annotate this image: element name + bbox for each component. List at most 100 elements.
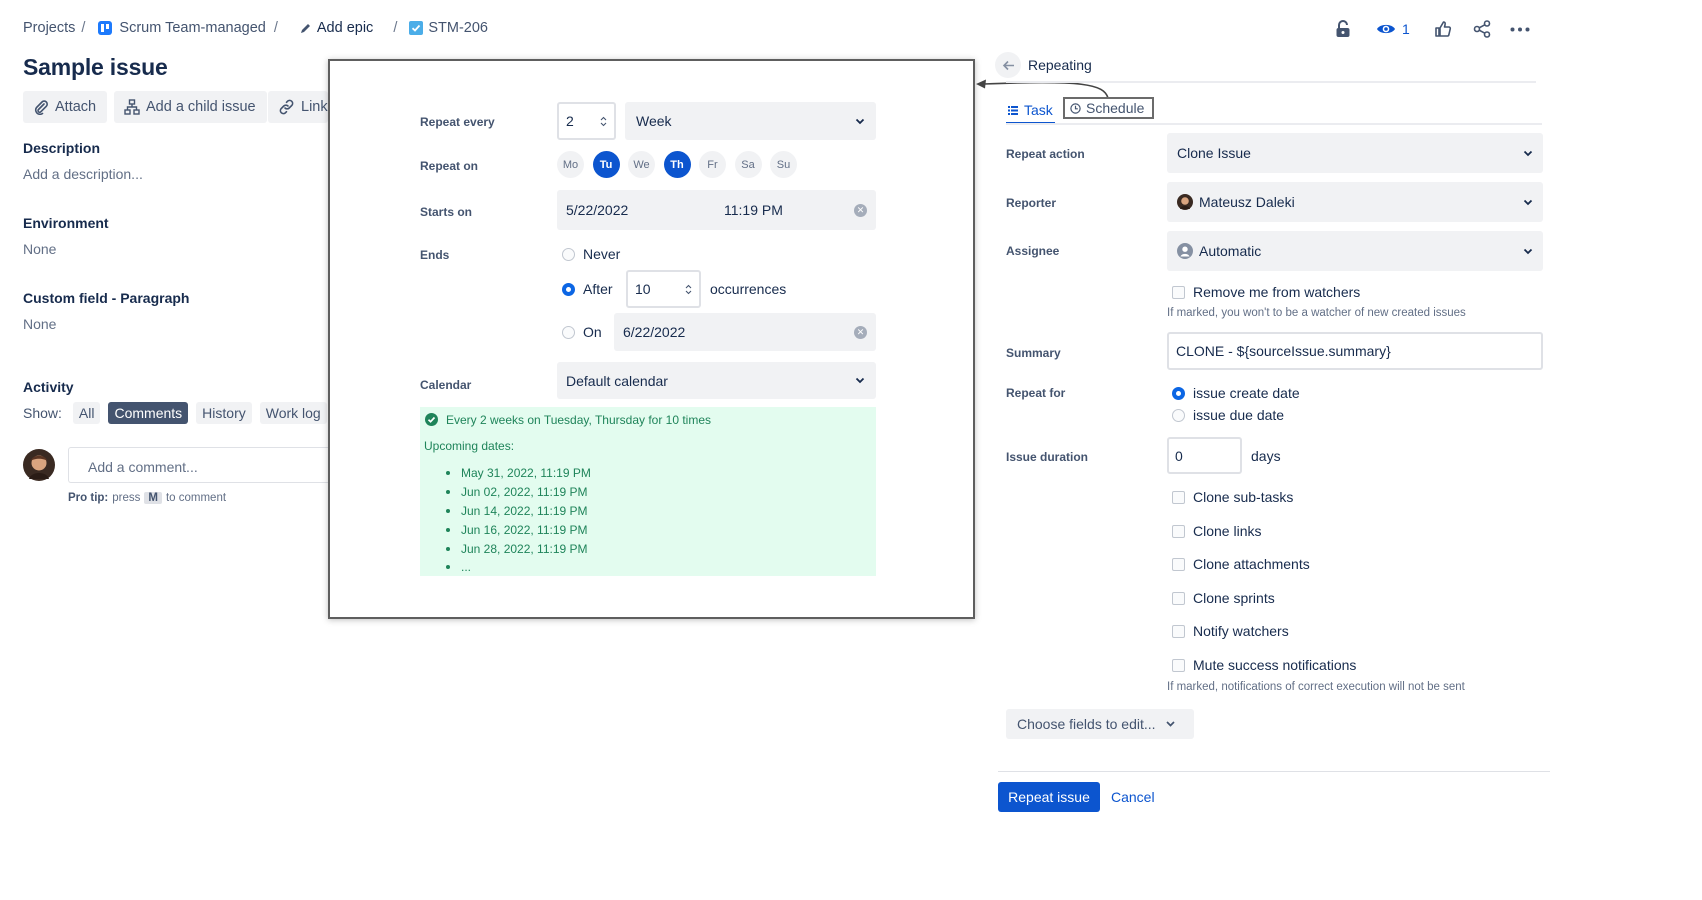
stepper-arrows-icon[interactable] (685, 284, 692, 295)
clone-sprints-option[interactable]: Clone sprints (1172, 590, 1275, 606)
day-su[interactable]: Su (770, 151, 797, 178)
choose-fields-button[interactable]: Choose fields to edit... (1006, 709, 1194, 739)
day-tu[interactable]: Tu (592, 151, 620, 178)
day-sa[interactable]: Sa (734, 151, 762, 178)
thumbs-up-icon[interactable] (1434, 20, 1452, 38)
ends-never-radio[interactable] (562, 247, 575, 261)
occurrences-label: occurrences (710, 281, 787, 297)
reporter-select[interactable]: Mateusz Daleki (1167, 182, 1543, 222)
chevron-down-icon (855, 118, 865, 125)
attach-button[interactable]: Attach (23, 91, 108, 123)
eye-icon (1376, 20, 1396, 38)
filter-all[interactable]: All (72, 402, 101, 424)
add-child-issue-button[interactable]: Add a child issue (114, 91, 267, 123)
ends-on-radio[interactable] (562, 325, 575, 339)
comment-input[interactable]: Add a comment... (68, 447, 330, 483)
repeat-unit-value: Week (636, 113, 672, 129)
repeat-unit-select[interactable]: Week (625, 102, 876, 140)
notify-watchers-label: Notify watchers (1193, 623, 1289, 639)
share-icon[interactable] (1473, 20, 1491, 38)
day-th[interactable]: Th (663, 151, 691, 178)
weekday-picker: Mo Tu We Th Fr Sa Su (557, 151, 797, 178)
lock-icon[interactable] (1335, 20, 1351, 38)
breadcrumb-separator: / (273, 20, 278, 36)
filter-history[interactable]: History (196, 402, 252, 424)
breadcrumb-project[interactable]: Scrum Team-managed (119, 20, 265, 36)
clone-sprints-checkbox[interactable] (1172, 591, 1185, 605)
reporter-avatar (1177, 194, 1193, 210)
tab-schedule[interactable]: Schedule (1063, 97, 1155, 119)
issue-title[interactable]: Sample issue (23, 54, 168, 81)
notify-watchers-option[interactable]: Notify watchers (1172, 623, 1289, 639)
ends-after-option[interactable]: After (562, 281, 613, 297)
mute-notifications-label: Mute success notifications (1193, 657, 1357, 673)
starts-on-field[interactable]: 5/22/2022 11:19 PM ✕ (557, 190, 876, 230)
ends-never-option[interactable]: Never (562, 246, 620, 262)
breadcrumb-add-epic[interactable]: Add epic (317, 20, 373, 36)
breadcrumb-issue-key[interactable]: STM-206 (428, 20, 488, 36)
issue-duration-input[interactable]: 0 (1167, 437, 1242, 474)
day-we[interactable]: We (628, 151, 655, 178)
ends-on-date-field[interactable]: 6/22/2022 ✕ (614, 313, 876, 351)
clear-icon[interactable]: ✕ (854, 325, 867, 339)
upcoming-date: May 31, 2022, 11:19 PM (446, 464, 591, 483)
notify-watchers-checkbox[interactable] (1172, 624, 1185, 638)
remove-watchers-hint: If marked, you won't to be a watcher of … (1167, 307, 1466, 319)
ends-after-label: After (583, 281, 613, 297)
mute-notifications-hint: If marked, notifications of correct exec… (1167, 681, 1465, 693)
pro-tip-mid: press (112, 492, 141, 504)
more-icon[interactable] (1510, 27, 1530, 32)
clone-subtasks-checkbox[interactable] (1172, 490, 1185, 504)
upcoming-date-text: Jun 14, 2022, 11:19 PM (461, 503, 588, 518)
clear-icon[interactable]: ✕ (854, 203, 867, 217)
breadcrumb-projects[interactable]: Projects (23, 20, 75, 36)
repeat-for-create-option[interactable]: issue create date (1172, 385, 1300, 401)
breadcrumb-separator: / (393, 20, 398, 36)
activity-heading: Activity (23, 379, 74, 395)
link-issue-button[interactable]: Link (268, 91, 328, 123)
mute-notifications-option[interactable]: Mute success notifications (1172, 657, 1356, 673)
calendar-select[interactable]: Default calendar (557, 362, 876, 399)
day-fr[interactable]: Fr (699, 151, 726, 178)
hierarchy-icon (124, 99, 146, 115)
repeat-for-due-option[interactable]: issue due date (1172, 407, 1284, 423)
repeat-every-stepper[interactable]: 2 (557, 102, 616, 140)
cancel-button[interactable]: Cancel (1111, 789, 1155, 805)
ends-after-radio[interactable] (562, 282, 575, 296)
day-mo[interactable]: Mo (557, 151, 584, 178)
remove-watchers-checkbox[interactable] (1172, 285, 1185, 299)
repeat-action-select[interactable]: Clone Issue (1167, 133, 1543, 173)
stepper-arrows-icon[interactable] (600, 116, 607, 127)
clone-links-checkbox[interactable] (1172, 524, 1185, 538)
repeat-for-create-radio[interactable] (1172, 386, 1185, 400)
filter-work-log[interactable]: Work log (259, 402, 327, 424)
summary-input[interactable]: CLONE - ${sourceIssue.summary} (1167, 332, 1543, 370)
assignee-select[interactable]: Automatic (1167, 231, 1543, 271)
mute-notifications-checkbox[interactable] (1172, 658, 1185, 672)
clone-links-option[interactable]: Clone links (1172, 523, 1261, 539)
panel-divider (1006, 81, 1536, 83)
breadcrumb-separator: / (81, 20, 86, 36)
description-field[interactable]: Add a description... (23, 166, 143, 182)
clone-attachments-option[interactable]: Clone attachments (1172, 556, 1310, 572)
tab-task[interactable]: Task (1006, 98, 1055, 124)
task-icon (409, 21, 424, 35)
filter-comments[interactable]: Comments (108, 402, 189, 424)
environment-value[interactable]: None (23, 241, 56, 257)
custom-field-value[interactable]: None (23, 316, 56, 332)
remove-watchers-option[interactable]: Remove me from watchers (1172, 284, 1360, 300)
repeat-issue-button[interactable]: Repeat issue (998, 782, 1100, 812)
clone-subtasks-label: Clone sub-tasks (1193, 489, 1294, 505)
tab-task-label: Task (1024, 102, 1053, 118)
clone-attachments-checkbox[interactable] (1172, 557, 1185, 571)
summary-value: CLONE - ${sourceIssue.summary} (1176, 343, 1391, 359)
clone-subtasks-option[interactable]: Clone sub-tasks (1172, 489, 1293, 505)
watch-button[interactable]: 1 (1376, 20, 1410, 38)
repeat-for-due-radio[interactable] (1172, 408, 1185, 422)
ends-never-label: Never (583, 246, 621, 262)
upcoming-date: Jun 02, 2022, 11:19 PM (446, 483, 591, 502)
back-button[interactable] (995, 52, 1021, 78)
starts-time: 11:19 PM (724, 202, 783, 218)
ends-on-option[interactable]: On (562, 324, 602, 340)
occurrences-stepper[interactable]: 10 (626, 270, 701, 308)
